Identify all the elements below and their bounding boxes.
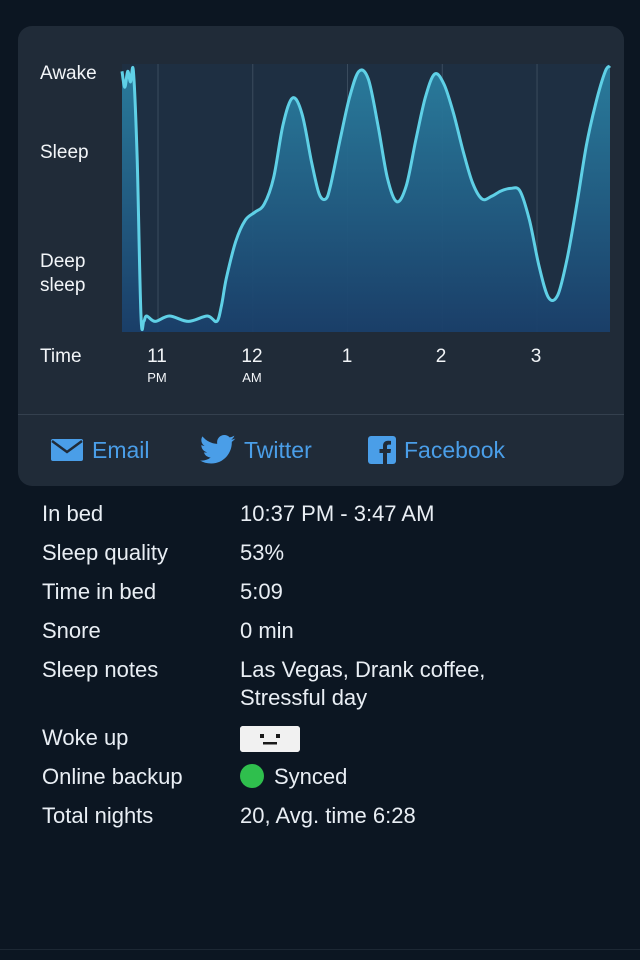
- detail-label: Online backup: [42, 764, 183, 790]
- detail-row-woke-up: Woke up: [42, 724, 622, 753]
- x-tick-1: 1: [317, 346, 377, 368]
- x-tick-12am: 12 AM: [222, 346, 282, 385]
- y-label-deep-line1: Deep: [40, 251, 86, 272]
- detail-value: 0 min: [240, 618, 294, 643]
- x-tick-3: 3: [506, 346, 566, 368]
- share-divider: [18, 414, 624, 415]
- x-tick-num: 11: [147, 346, 167, 367]
- detail-row-sleep-notes: Sleep notes Las Vegas, Drank coffee,: [42, 656, 622, 684]
- facebook-share-button[interactable]: Facebook: [368, 430, 505, 470]
- detail-label: [42, 684, 240, 712]
- detail-value: Las Vegas, Drank coffee,: [240, 657, 486, 682]
- sync-status-icon: [240, 764, 264, 789]
- x-tick-num: 12: [241, 346, 263, 367]
- detail-value: 10:37 PM - 3:47 AM: [240, 501, 435, 526]
- x-tick-num: 3: [530, 346, 542, 367]
- detail-row-total-nights: Total nights 20, Avg. time 6:28: [42, 802, 622, 830]
- twitter-share-label: Twitter: [244, 436, 312, 463]
- detail-label: Total nights: [42, 803, 154, 829]
- detail-row-in-bed: In bed 10:37 PM - 3:47 AM: [42, 500, 622, 528]
- sync-status-text: Synced: [274, 764, 348, 790]
- x-tick-11pm: 11 PM: [127, 346, 187, 385]
- detail-label: Snore: [42, 618, 101, 643]
- twitter-share-button[interactable]: Twitter: [200, 430, 312, 470]
- detail-value: Stressful day: [240, 685, 368, 710]
- detail-row-online-backup: Online backup Synced: [42, 763, 622, 791]
- y-label-sleep: Sleep: [40, 142, 89, 163]
- email-share-button[interactable]: Email: [50, 430, 150, 470]
- x-tick-num: 2: [435, 346, 447, 367]
- x-tick-sub: AM: [242, 370, 262, 385]
- detail-value: [240, 724, 622, 753]
- detail-label: Sleep notes: [42, 657, 159, 682]
- sleep-card: Awake Sleep Deep sleep Time 11 PM 12 AM …: [18, 26, 624, 486]
- y-label-awake: Awake: [40, 63, 97, 84]
- detail-value: Synced: [240, 763, 622, 791]
- x-axis-label: Time: [40, 346, 82, 367]
- detail-row-snore: Snore 0 min: [42, 617, 622, 645]
- facebook-icon: [368, 436, 396, 464]
- sleep-graph: [120, 64, 612, 332]
- detail-row-sleep-notes-cont: Stressful day: [42, 684, 622, 712]
- detail-value: 20, Avg. time 6:28: [240, 803, 416, 829]
- detail-row-time-in-bed: Time in bed 5:09: [42, 578, 622, 606]
- bottom-separator: [0, 949, 640, 950]
- neutral-mood-icon: [240, 726, 300, 753]
- detail-label: Sleep quality: [42, 540, 168, 565]
- detail-label: In bed: [42, 501, 104, 526]
- detail-value: 5:09: [240, 579, 283, 604]
- email-share-label: Email: [92, 436, 150, 463]
- facebook-share-label: Facebook: [404, 436, 506, 463]
- detail-label: Time in bed: [42, 579, 157, 604]
- detail-label: Woke up: [42, 725, 129, 750]
- twitter-bird-icon: [200, 435, 236, 465]
- x-tick-num: 1: [341, 346, 353, 367]
- envelope-icon: [50, 438, 84, 462]
- x-tick-2: 2: [411, 346, 471, 368]
- sleep-details: In bed 10:37 PM - 3:47 AM Sleep quality …: [42, 500, 622, 830]
- detail-row-sleep-quality: Sleep quality 53%: [42, 539, 622, 567]
- y-label-deep-sleep: Deep sleep: [40, 250, 85, 298]
- detail-value: 53%: [240, 540, 285, 565]
- y-label-deep-line2: sleep: [40, 275, 86, 296]
- x-tick-sub: PM: [147, 370, 167, 385]
